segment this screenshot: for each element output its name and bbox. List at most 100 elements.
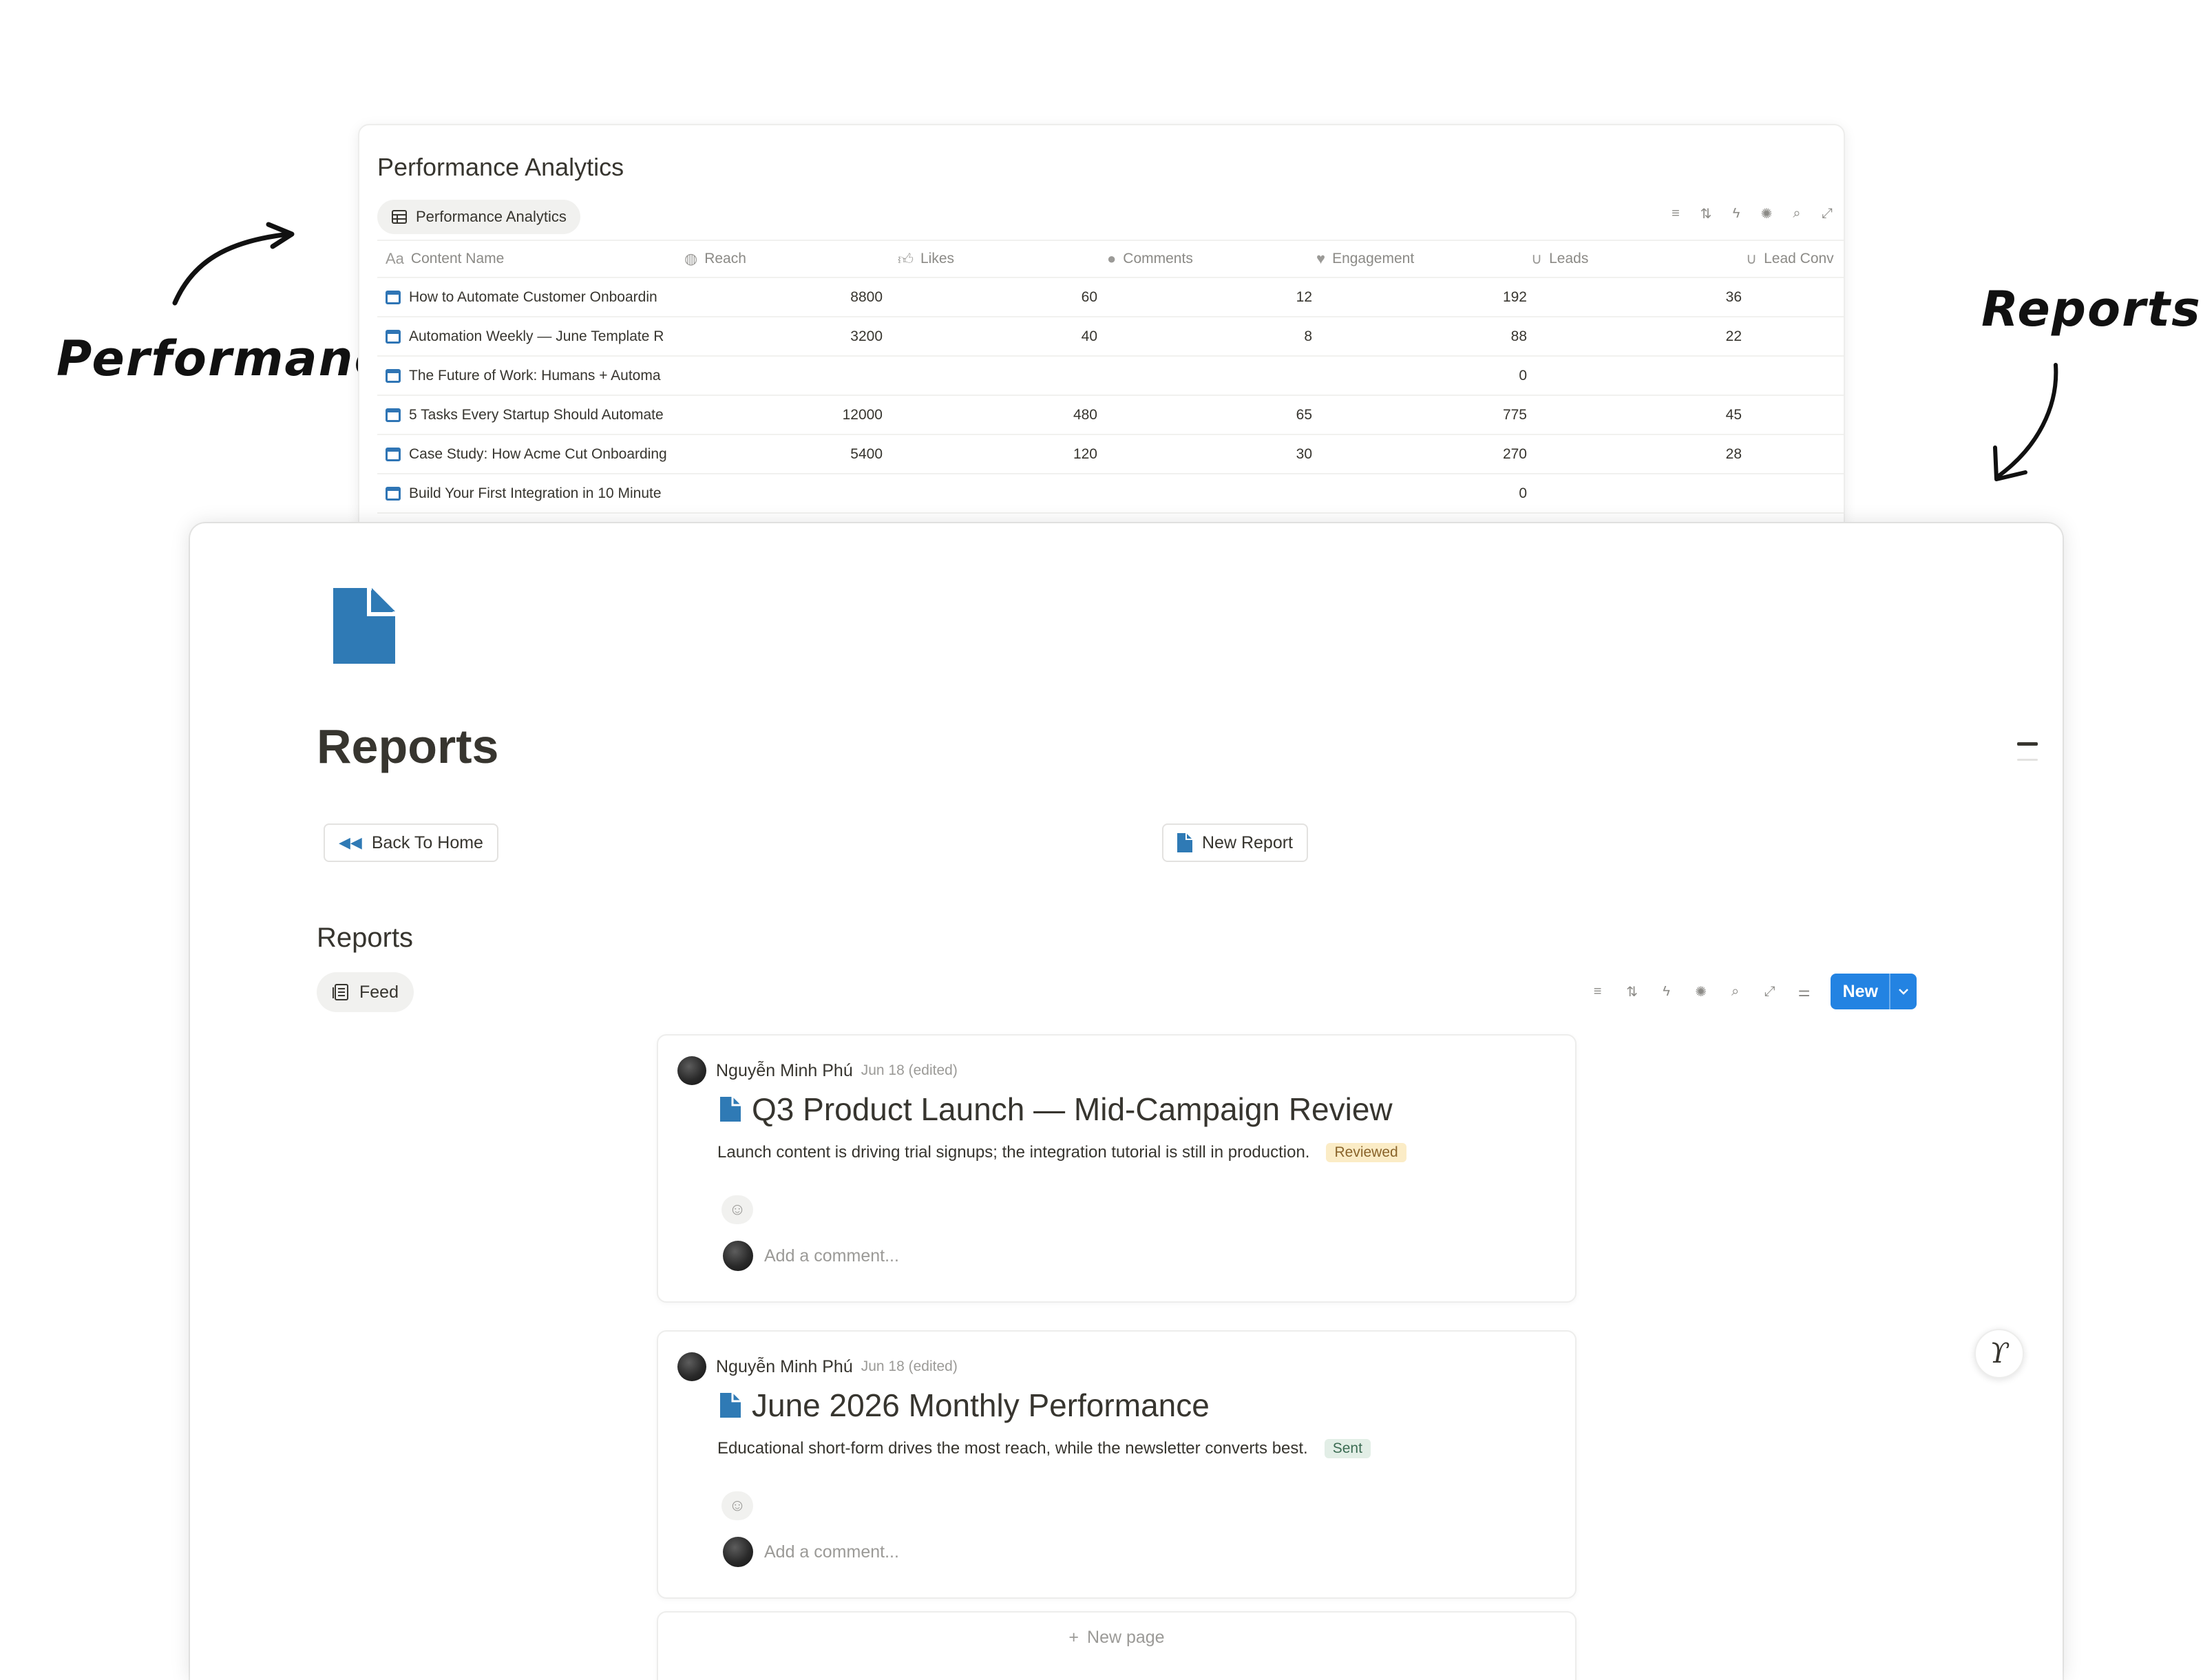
calendar-icon: [386, 329, 401, 344]
new-report-label: New Report: [1202, 832, 1293, 852]
content-name: Case Study: How Acme Cut Onboarding: [409, 445, 667, 462]
sparkle-icon[interactable]: ✺: [1693, 983, 1709, 1000]
filter-icon[interactable]: ≡: [1590, 983, 1606, 1000]
calendar-icon: [386, 368, 401, 383]
back-to-home-button[interactable]: ◀◀ Back To Home: [324, 823, 498, 862]
new-report-button[interactable]: New Report: [1162, 823, 1308, 862]
emoji-icon: ☺: [728, 1496, 746, 1515]
settings-sliders-icon[interactable]: ⚌: [1796, 983, 1813, 1000]
expand-icon[interactable]: ⤢: [1819, 205, 1835, 222]
table-row[interactable]: Automation Weekly — June Template R 3200…: [377, 317, 1844, 357]
view-tab-performance-analytics[interactable]: Performance Analytics: [377, 200, 580, 234]
performance-analytics-window: Performance Analytics Performance Analyt…: [358, 124, 1845, 523]
feed-card[interactable]: Nguyễn Minh Phú Jun 18 (edited) Q3 Produ…: [657, 1034, 1577, 1303]
comment-input[interactable]: Add a comment...: [723, 1241, 899, 1271]
table-row[interactable]: How to Automate Customer Onboardin 8800 …: [377, 278, 1844, 317]
automation-icon[interactable]: ϟ: [1728, 205, 1745, 222]
new-button-label: New: [1842, 981, 1878, 1001]
table-row[interactable]: 5 Tasks Every Startup Should Automate 12…: [377, 396, 1844, 435]
engagement-cell: 270: [1502, 445, 1527, 462]
view-tab-feed[interactable]: Feed: [317, 972, 414, 1012]
post-date: Jun 18 (edited): [861, 1062, 958, 1078]
calendar-icon: [386, 447, 401, 461]
column-header[interactable]: Aa Content Name: [377, 250, 676, 268]
column-header[interactable]: ● Comments: [1099, 250, 1308, 268]
post-author: Nguyễn Minh Phú Jun 18 (edited): [677, 1352, 958, 1381]
chevron-down-icon[interactable]: [1889, 974, 1917, 1009]
engagement-cell: 0: [1519, 367, 1527, 384]
avatar: [677, 1056, 706, 1085]
database-title: Performance Analytics: [377, 153, 624, 181]
comment-input[interactable]: Add a comment...: [723, 1537, 899, 1567]
calendar-icon: [386, 408, 401, 422]
avatar: [677, 1352, 706, 1381]
document-icon: [333, 588, 395, 664]
reach-cell: 12000: [842, 406, 883, 423]
author-name: Nguyễn Minh Phú: [716, 1356, 853, 1376]
avatar: [723, 1241, 753, 1271]
column-header[interactable]: ∪ Lead Conv: [1738, 250, 1844, 268]
calendar-icon: [386, 290, 401, 304]
leads-cell: 22: [1725, 328, 1742, 344]
sort-icon[interactable]: ⇅: [1698, 205, 1714, 222]
database-toolbar: ≡ ⇅ ϟ ✺ ⌕ ⤢: [1667, 205, 1835, 222]
page-title: Reports: [317, 720, 499, 773]
performance-table: Aa Content Name ◍ Reach 👍︎ Likes ● Comments …: [377, 240, 1844, 514]
leads-cell: 36: [1725, 288, 1742, 305]
avatar: [723, 1537, 753, 1567]
new-page-label: New page: [1087, 1628, 1165, 1647]
table-row[interactable]: Build Your First Integration in 10 Minut…: [377, 474, 1844, 514]
search-icon[interactable]: ⌕: [1727, 983, 1744, 1000]
comments-cell: 65: [1296, 406, 1312, 423]
table-header: Aa Content Name ◍ Reach 👍︎ Likes ● Comments …: [377, 240, 1844, 278]
comments-cell: 30: [1296, 445, 1312, 462]
table-of-contents-marker[interactable]: [2017, 742, 2038, 746]
new-page-button[interactable]: + New page: [657, 1611, 1577, 1680]
sparkle-icon[interactable]: ✺: [1758, 205, 1775, 222]
plus-icon: +: [1068, 1628, 1079, 1647]
feed-toolbar: ≡ ⇅ ϟ ✺ ⌕ ⤢ ⚌ New: [1590, 974, 1917, 1009]
new-entry-button[interactable]: New: [1830, 974, 1917, 1009]
document-icon: [720, 1097, 741, 1122]
column-header[interactable]: ◍ Reach: [676, 250, 889, 268]
sort-icon[interactable]: ⇅: [1624, 983, 1641, 1000]
leads-cell: 45: [1725, 406, 1742, 423]
table-of-contents-marker[interactable]: [2017, 759, 2038, 761]
table-row[interactable]: Case Study: How Acme Cut Onboarding 5400…: [377, 435, 1844, 474]
engagement-cell: 0: [1519, 485, 1527, 501]
heart-icon: ♥: [1316, 250, 1326, 267]
content-name: Build Your First Integration in 10 Minut…: [409, 485, 662, 501]
add-reaction-button[interactable]: ☺: [721, 1195, 753, 1224]
add-reaction-button[interactable]: ☺: [721, 1491, 753, 1520]
table-icon: [392, 210, 407, 224]
likes-cell: 480: [1073, 406, 1097, 423]
column-header[interactable]: ♥ Engagement: [1308, 250, 1523, 268]
column-header[interactable]: 👍︎ Likes: [889, 250, 1099, 269]
automation-icon[interactable]: ϟ: [1658, 983, 1675, 1000]
search-icon[interactable]: ⌕: [1789, 205, 1805, 222]
expand-icon[interactable]: ⤢: [1762, 983, 1778, 1000]
post-summary: Educational short-form drives the most r…: [717, 1439, 1371, 1458]
ai-face-icon: ϒ: [1990, 1338, 2009, 1369]
engagement-cell: 775: [1502, 406, 1527, 423]
curved-arrow-icon: [172, 222, 295, 306]
feed-card[interactable]: Nguyễn Minh Phú Jun 18 (edited) June 202…: [657, 1330, 1577, 1599]
likes-cell: 60: [1081, 288, 1097, 305]
document-icon: [1177, 833, 1192, 852]
text-property-icon: Aa: [386, 250, 404, 267]
likes-cell: 40: [1081, 328, 1097, 344]
content-name: The Future of Work: Humans + Automa: [409, 367, 661, 384]
filter-icon[interactable]: ≡: [1667, 205, 1684, 222]
content-name: Automation Weekly — June Template R: [409, 328, 664, 344]
content-name: How to Automate Customer Onboardin: [409, 288, 657, 305]
post-title[interactable]: June 2026 Monthly Performance: [720, 1387, 1210, 1424]
reports-annotation: Reports: [1981, 281, 2202, 337]
column-header[interactable]: ∪ Leads: [1523, 250, 1738, 268]
back-to-home-label: Back To Home: [371, 832, 483, 852]
notion-ai-button[interactable]: ϒ: [1974, 1329, 2024, 1378]
table-row[interactable]: The Future of Work: Humans + Automa 0: [377, 357, 1844, 396]
reach-cell: 8800: [850, 288, 883, 305]
leads-cell: 28: [1725, 445, 1742, 462]
post-title[interactable]: Q3 Product Launch — Mid-Campaign Review: [720, 1091, 1393, 1128]
speech-bubble-icon: ●: [1107, 250, 1117, 267]
